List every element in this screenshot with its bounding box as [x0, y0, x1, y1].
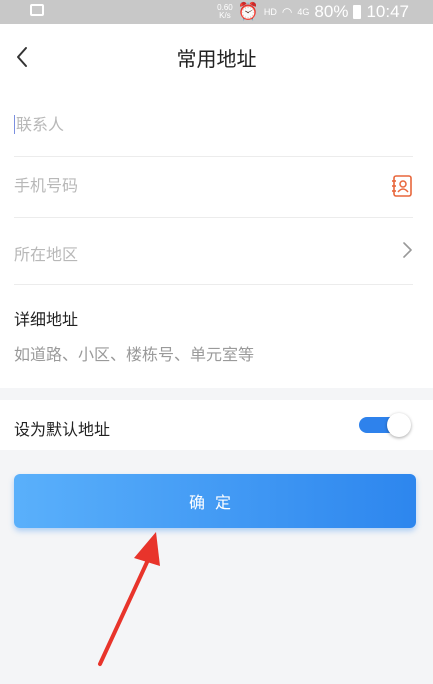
page-title: 常用地址 [176, 47, 257, 71]
contact-book-icon[interactable] [391, 174, 413, 198]
wifi-icon: ◠ [281, 5, 293, 19]
nav-header: 常用地址 [0, 24, 433, 88]
default-address-row: 设为默认地址 [0, 400, 433, 450]
region-selector[interactable]: 所在地区 [14, 218, 413, 285]
phone-row [14, 157, 413, 218]
phone-input[interactable] [14, 176, 344, 195]
contact-name-input[interactable] [14, 115, 346, 134]
default-address-toggle[interactable] [359, 413, 411, 437]
network-type: 4G [297, 7, 310, 17]
gallery-notification-icon [30, 4, 44, 16]
address-form: 所在地区 详细地址 [0, 88, 433, 388]
contact-row [14, 88, 413, 157]
battery-icon [353, 5, 362, 19]
detail-address-input[interactable] [14, 345, 394, 364]
battery-percent: 80% [314, 2, 349, 21]
hd-indicator: HD [263, 7, 277, 17]
chevron-right-icon [403, 242, 412, 258]
status-bar: 0.60 K/s ⏰ HD ◠ 4G 80% 10:47 [0, 0, 433, 24]
toggle-knob [387, 413, 411, 437]
default-address-label: 设为默认地址 [14, 420, 111, 439]
confirm-button[interactable]: 确定 [14, 474, 416, 528]
alarm-icon: ⏰ [237, 2, 259, 21]
region-placeholder: 所在地区 [14, 245, 79, 264]
detail-address-label: 详细地址 [14, 310, 79, 329]
clock: 10:47 [366, 2, 409, 21]
status-bar-right: 0.60 K/s ⏰ HD ◠ 4G 80% 10:47 [217, 2, 409, 22]
network-speed: 0.60 K/s [217, 3, 233, 20]
